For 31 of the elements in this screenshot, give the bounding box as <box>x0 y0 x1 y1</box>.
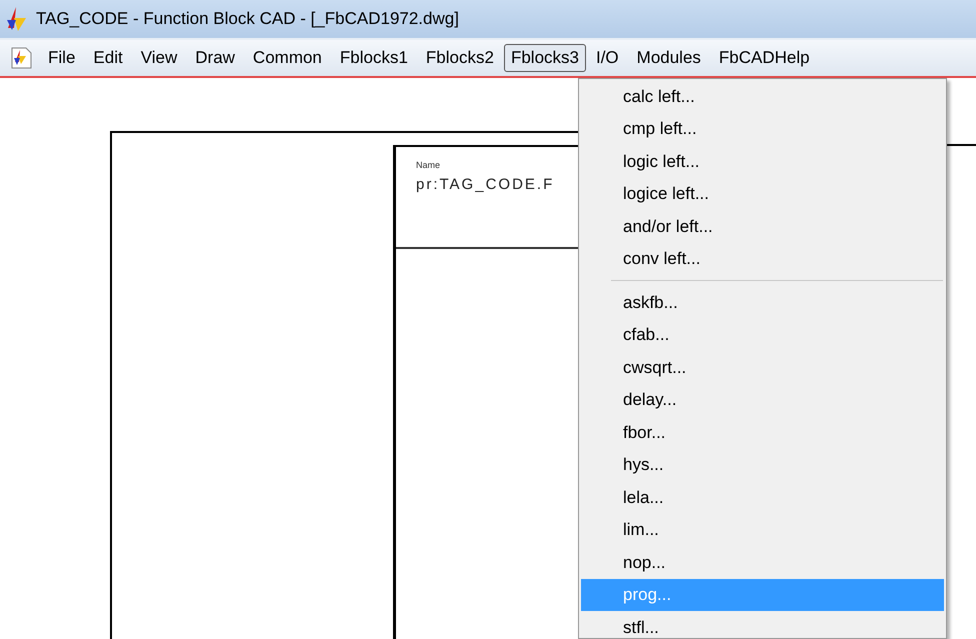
menu-option[interactable]: hys... <box>581 448 944 481</box>
menu-item[interactable]: Fblocks3 <box>504 44 586 72</box>
app-logo-icon <box>4 6 28 32</box>
menu-option[interactable]: logice left... <box>581 178 944 210</box>
menu-option[interactable]: cmp left... <box>581 112 944 145</box>
menu-option[interactable]: nop... <box>581 546 944 578</box>
menu-option[interactable]: stfl... <box>581 611 944 638</box>
menu-option[interactable]: cfab... <box>581 318 944 351</box>
menu-option[interactable]: askfb... <box>581 286 944 318</box>
menu-item[interactable]: I/O <box>588 44 627 72</box>
menu-option[interactable]: lim... <box>581 514 944 546</box>
menu-item[interactable]: File <box>40 44 84 72</box>
menu-option[interactable]: conv left... <box>581 242 944 275</box>
menu-item[interactable]: FbCADHelp <box>710 44 818 72</box>
field-value: pr:TAG_CODE.F <box>416 175 556 195</box>
menu-item[interactable]: View <box>132 44 186 72</box>
menu-option[interactable]: lela... <box>581 481 944 514</box>
menu-option[interactable]: fbor... <box>581 416 944 448</box>
menu-option[interactable]: calc left... <box>581 80 944 112</box>
menu-item[interactable]: Draw <box>187 44 243 72</box>
menu-option[interactable]: delay... <box>581 384 944 416</box>
menu-item[interactable]: Edit <box>85 44 131 72</box>
menu-option[interactable]: logic left... <box>581 145 944 178</box>
menu-item[interactable]: Modules <box>628 44 709 72</box>
menu-item[interactable]: Common <box>244 44 330 72</box>
menu-item[interactable]: Fblocks1 <box>332 44 416 72</box>
menu-option[interactable]: and/or left... <box>581 210 944 242</box>
window-title: TAG_CODE - Function Block CAD - [_FbCAD1972.dwg] <box>36 8 459 30</box>
field-label: Name <box>416 161 442 170</box>
menu-option[interactable]: cwsqrt... <box>581 351 944 384</box>
menu-item[interactable]: Fblocks2 <box>418 44 502 72</box>
